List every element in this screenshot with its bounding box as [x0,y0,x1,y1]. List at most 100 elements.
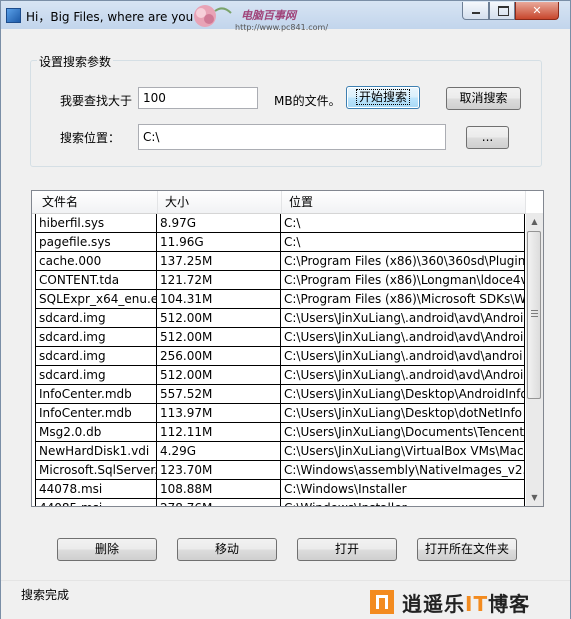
table-row[interactable]: sdcard.img 512.00M C:\Users\JinXuLiang\.an… [35,328,525,347]
cell-file-name: hiberfil.sys [35,214,157,232]
cell-file-name: pagefile.sys [35,233,157,251]
search-location-input[interactable]: C:\ [138,124,446,150]
brand-text-it: IT [465,592,489,616]
cell-file-size: 113.97M [157,404,281,422]
cell-file-location: C:\Windows\assembly\NativeImages_v2.0 [281,461,525,479]
cell-file-name: cache.000 [35,252,157,270]
maximize-icon [498,6,509,16]
table-row[interactable]: 44085.msi278.76MC:\Windows\Installer [35,499,525,506]
table-row[interactable]: 44078.msi 108.88M C:\Windows\Installer [35,480,525,499]
title-bar[interactable]: Hi，Big Files, where are you 电脑百事网 http:/… [1,1,570,32]
cell-file-size: 11.96G [157,233,281,251]
cell-file-location: C:\ [281,233,525,251]
table-row[interactable]: hiberfil.sys 8.97G C:\ [35,214,525,233]
cell-file-location: C:\Users\JinXuLiang\Desktop\AndroidInfo [281,385,525,403]
scroll-up-icon[interactable]: ▲ [526,213,543,230]
maximize-button[interactable] [489,2,515,20]
table-row[interactable]: InfoCenter.mdb 557.52M C:\Users\JinXuLiang… [35,385,525,404]
watermark-text: 电脑百事网 [241,9,296,22]
column-header-location[interactable]: 位置 [282,191,526,213]
cell-file-location: C:\Users\JinXuLiang\Desktop\dotNetInfo [281,404,525,422]
cell-file-location: C:\Users\JinXuLiang\VirtualBox VMs\Mac [281,442,525,460]
cell-file-size: 8.97G [157,214,281,232]
list-rows: hiberfil.sys 8.97G C:\ pagefile.sys 11.96G C:… [35,214,525,506]
cell-file-location: C:\Program Files (x86)\Microsoft SDKs\Wi [281,290,525,308]
cell-file-size: 512.00M [157,309,281,327]
search-settings-group [30,60,542,167]
size-threshold-input[interactable]: 100 [138,87,258,109]
cell-file-location: C:\Windows\Installer [281,499,525,506]
cell-file-size: 557.52M [157,385,281,403]
start-search-button[interactable]: 开始搜索 [346,86,420,109]
brand-text-post: 博客 [488,592,531,616]
column-header-name[interactable]: 文件名 [35,191,158,213]
cell-file-name: sdcard.img [35,309,157,327]
table-row[interactable]: pagefile.sys 11.96G C:\ [35,233,525,252]
minimize-button[interactable] [462,2,489,20]
cell-file-location: C:\Program Files (x86)\Longman\ldoce4v2 [281,271,525,289]
cell-file-size: 112.11M [157,423,281,441]
cell-file-size: 108.88M [157,480,281,498]
cell-file-size: 137.25M [157,252,281,270]
scroll-thumb[interactable] [527,231,541,399]
cell-file-name: Msg2.0.db [35,423,157,441]
move-button[interactable]: 移动 [177,538,277,561]
scroll-grip-icon [531,310,538,317]
close-icon: ✕ [532,4,542,17]
cell-file-name: InfoCenter.mdb [35,385,157,403]
cell-file-name: InfoCenter.mdb [35,404,157,422]
table-row[interactable]: SQLExpr_x64_enu.ex 104.31M C:\Program File… [35,290,525,309]
size-prefix-label: 我要查找大于 [60,94,133,108]
table-row[interactable]: sdcard.img 512.00M C:\Users\JinXuLiang\.an… [35,309,525,328]
results-list[interactable]: 文件名 大小 位置 hiberfil.sys 8.97G C:\ pagefile.s… [31,190,544,507]
cell-file-location: C:\Users\JinXuLiang\Documents\Tencent [281,423,525,441]
cell-file-location: C:\Program Files (x86)\360\360sd\Plugins [281,252,525,270]
status-bar: 搜索完成 逍遥乐IT博客 [1,580,570,619]
cell-file-size: 123.70M [157,461,281,479]
table-row[interactable]: CONTENT.tda 121.72M C:\Program Files (x86)… [35,271,525,290]
status-text: 搜索完成 [21,588,70,602]
cell-file-location: C:\Users\JinXuLiang\.android\avd\Androi [281,309,525,327]
window-title: Hi，Big Files, where are you [26,10,194,24]
close-button[interactable]: ✕ [515,2,559,20]
column-header-size[interactable]: 大小 [158,191,282,213]
cell-file-size: 278.76M [157,499,281,506]
table-row[interactable]: sdcard.img 512.00M C:\Users\JinXuLiang\.an… [35,366,525,385]
cell-file-size: 121.72M [157,271,281,289]
scroll-down-icon[interactable]: ▼ [526,489,543,506]
cell-file-location: C:\Users\JinXuLiang\.android\avd\Androi [281,328,525,346]
cell-file-size: 512.00M [157,366,281,384]
cell-file-location: C:\Users\JinXuLiang\.android\avd\Androi [281,366,525,384]
cell-file-name: 44078.msi [35,480,157,498]
cell-file-size: 512.00M [157,328,281,346]
cell-file-location: C:\Windows\Installer [281,480,525,498]
start-search-label: 开始搜索 [355,89,411,105]
table-row[interactable]: InfoCenter.mdb 113.97M C:\Users\JinXuLiang… [35,404,525,423]
brand-watermark: 逍遥乐IT博客 [402,588,530,617]
search-settings-title: 设置搜索参数 [37,53,114,70]
cell-file-location: C:\ [281,214,525,232]
cancel-search-button[interactable]: 取消搜索 [446,87,521,110]
open-folder-button[interactable]: 打开所在文件夹 [417,538,517,561]
browse-button[interactable]: ... [466,126,509,149]
size-suffix-label: MB的文件。 [274,94,341,108]
delete-button[interactable]: 删除 [57,538,157,561]
cell-file-name: NewHardDisk1.vdi [35,442,157,460]
cell-file-name: SQLExpr_x64_enu.ex [35,290,157,308]
minimize-icon [472,12,480,14]
brand-text-pre: 逍遥乐 [402,592,465,616]
cell-file-name: sdcard.img [35,347,157,365]
table-row[interactable]: sdcard.img 256.00M C:\Users\JinXuLiang\.an… [35,347,525,366]
cell-file-location: C:\Users\JinXuLiang\.android\avd\androi [281,347,525,365]
cell-file-name: sdcard.img [35,366,157,384]
table-row[interactable]: Microsoft.SqlServer. 123.70M C:\Windows\as… [35,461,525,480]
cell-file-name: CONTENT.tda [35,271,157,289]
cell-file-size: 104.31M [157,290,281,308]
location-label: 搜索位置： [60,131,121,145]
vertical-scrollbar[interactable]: ▲ ▼ [526,213,543,506]
open-button[interactable]: 打开 [297,538,397,561]
table-row[interactable]: Msg2.0.db 112.11M C:\Users\JinXuLiang\Docu… [35,423,525,442]
table-row[interactable]: cache.000 137.25M C:\Program Files (x86)\3… [35,252,525,271]
table-row[interactable]: NewHardDisk1.vdi 4.29G C:\Users\JinXuLiang… [35,442,525,461]
cell-file-name: Microsoft.SqlServer. [35,461,157,479]
